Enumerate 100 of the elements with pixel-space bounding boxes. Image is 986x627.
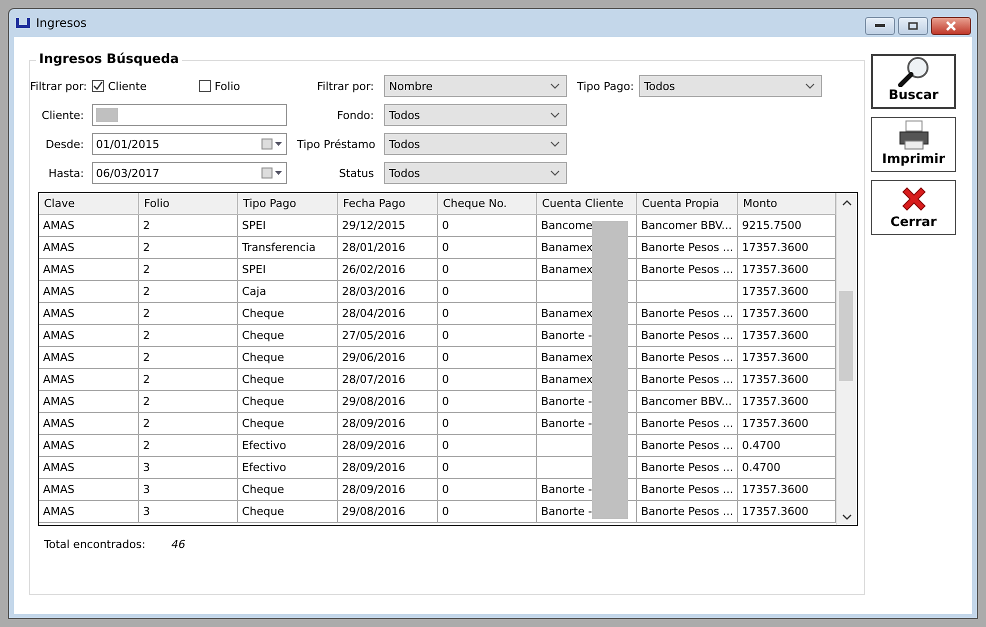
table-cell: 29/08/2016	[338, 391, 438, 413]
table-cell: 2	[139, 215, 238, 237]
table-cell: Bancomer BBV...	[637, 215, 738, 237]
scroll-thumb[interactable]	[839, 291, 854, 381]
field-label: Hasta:	[47, 166, 85, 180]
dropdown[interactable]: Nombre	[384, 75, 567, 97]
table-cell: Banorte Pesos ...	[637, 457, 738, 479]
app-icon	[15, 17, 31, 29]
table-cell: Efectivo	[238, 435, 338, 457]
table-cell: 28/07/2016	[338, 369, 438, 391]
table-cell: 0	[438, 369, 537, 391]
checkbox[interactable]	[92, 80, 104, 92]
table-cell: AMAS	[39, 479, 139, 501]
calendar-dropdown-icon[interactable]	[261, 167, 283, 179]
table-cell: 2	[139, 325, 238, 347]
chevron-down-icon	[550, 83, 560, 89]
table-cell: AMAS	[39, 347, 139, 369]
column-header[interactable]: Fecha Pago	[338, 193, 438, 215]
table-cell: Efectivo	[238, 457, 338, 479]
checkbox[interactable]	[198, 80, 211, 92]
column-header[interactable]: Cuenta Propia	[637, 193, 738, 215]
table-cell: AMAS	[39, 391, 139, 413]
table-cell: 26/02/2016	[338, 259, 438, 281]
table-cell: 0	[438, 281, 537, 303]
scroll-up-icon[interactable]	[842, 199, 852, 207]
table-cell: Banorte Pesos ...	[637, 435, 738, 457]
table-cell: 2	[139, 259, 238, 281]
table-cell: 0	[438, 479, 537, 501]
column-header[interactable]: Cuenta Cliente	[537, 193, 637, 215]
print-button[interactable]: Imprimir	[871, 117, 956, 172]
field-label: Cliente:	[40, 108, 85, 122]
total-label: Total encontrados:	[44, 538, 146, 551]
table-cell: 2	[139, 303, 238, 325]
calendar-dropdown-icon[interactable]	[261, 138, 283, 150]
table-cell: 0	[438, 413, 537, 435]
table-cell: AMAS	[39, 457, 139, 479]
checkbox-label[interactable]: Folio	[214, 80, 240, 92]
table-cell: Caja	[238, 281, 338, 303]
checkbox-label[interactable]: Cliente	[108, 80, 147, 92]
dropdown[interactable]: Todos	[384, 133, 567, 155]
table-cell: 28/09/2016	[338, 479, 438, 501]
table-cell: 29/12/2015	[338, 215, 438, 237]
minimize-icon	[875, 24, 885, 28]
table-cell: SPEI	[238, 259, 338, 281]
table-cell: 28/09/2016	[338, 413, 438, 435]
field-label: Tipo Préstamo	[297, 138, 376, 150]
table-cell: 28/03/2016	[338, 281, 438, 303]
chevron-down-icon	[805, 83, 815, 89]
scrollbar[interactable]	[836, 193, 857, 525]
column-header[interactable]: Cheque No.	[438, 193, 537, 215]
column-header[interactable]: Clave	[39, 193, 139, 215]
date-field[interactable]: 06/03/2017	[92, 162, 287, 184]
close-icon	[945, 21, 957, 31]
column-header[interactable]: Monto	[738, 193, 836, 215]
dropdown[interactable]: Todos	[384, 104, 567, 126]
search-button[interactable]: Buscar	[871, 54, 956, 109]
chevron-down-icon	[550, 112, 560, 118]
table-cell: Cheque	[238, 303, 338, 325]
table-cell: Banorte Pesos ...	[637, 325, 738, 347]
redaction-block	[96, 108, 118, 122]
table-cell: Banorte Pesos ...	[637, 369, 738, 391]
table-cell: 0	[438, 391, 537, 413]
close-button[interactable]	[931, 17, 971, 35]
input-field[interactable]	[92, 104, 287, 126]
column-header[interactable]: Tipo Pago	[238, 193, 338, 215]
maximize-button[interactable]	[898, 17, 928, 35]
column-header[interactable]: Folio	[139, 193, 238, 215]
field-label: Status	[338, 166, 375, 180]
table-cell: 2	[139, 281, 238, 303]
table-cell: Transferencia	[238, 237, 338, 259]
table-cell: 2	[139, 435, 238, 457]
table-cell: Cheque	[238, 369, 338, 391]
table-cell: 0	[438, 215, 537, 237]
table-cell: 0	[438, 303, 537, 325]
field-label: Fondo:	[336, 108, 375, 122]
table-cell: SPEI	[238, 215, 338, 237]
table-cell: 3	[139, 501, 238, 523]
date-field[interactable]: 01/01/2015	[92, 133, 287, 155]
window-title: Ingresos	[36, 16, 87, 30]
close-button[interactable]: Cerrar	[871, 180, 956, 235]
field-label: Desde:	[44, 138, 85, 150]
table-cell: AMAS	[39, 215, 139, 237]
field-label: Tipo Pago:	[577, 80, 635, 92]
minimize-button[interactable]	[865, 17, 895, 35]
table-cell: AMAS	[39, 413, 139, 435]
table-cell: 2	[139, 369, 238, 391]
table-cell: Banorte Pesos ...	[637, 413, 738, 435]
table-cell: 28/04/2016	[338, 303, 438, 325]
scroll-down-icon[interactable]	[842, 513, 852, 521]
dropdown[interactable]: Todos	[384, 162, 567, 184]
maximize-icon	[908, 22, 918, 30]
table-cell: Cheque	[238, 413, 338, 435]
dropdown[interactable]: Todos	[639, 75, 822, 97]
table-cell: AMAS	[39, 369, 139, 391]
chevron-down-icon	[550, 170, 560, 176]
table-cell: AMAS	[39, 281, 139, 303]
table-cell: Bancomer BBV...	[637, 391, 738, 413]
table-cell: 27/05/2016	[338, 325, 438, 347]
magnifier-icon	[896, 56, 930, 87]
table-cell: AMAS	[39, 259, 139, 281]
